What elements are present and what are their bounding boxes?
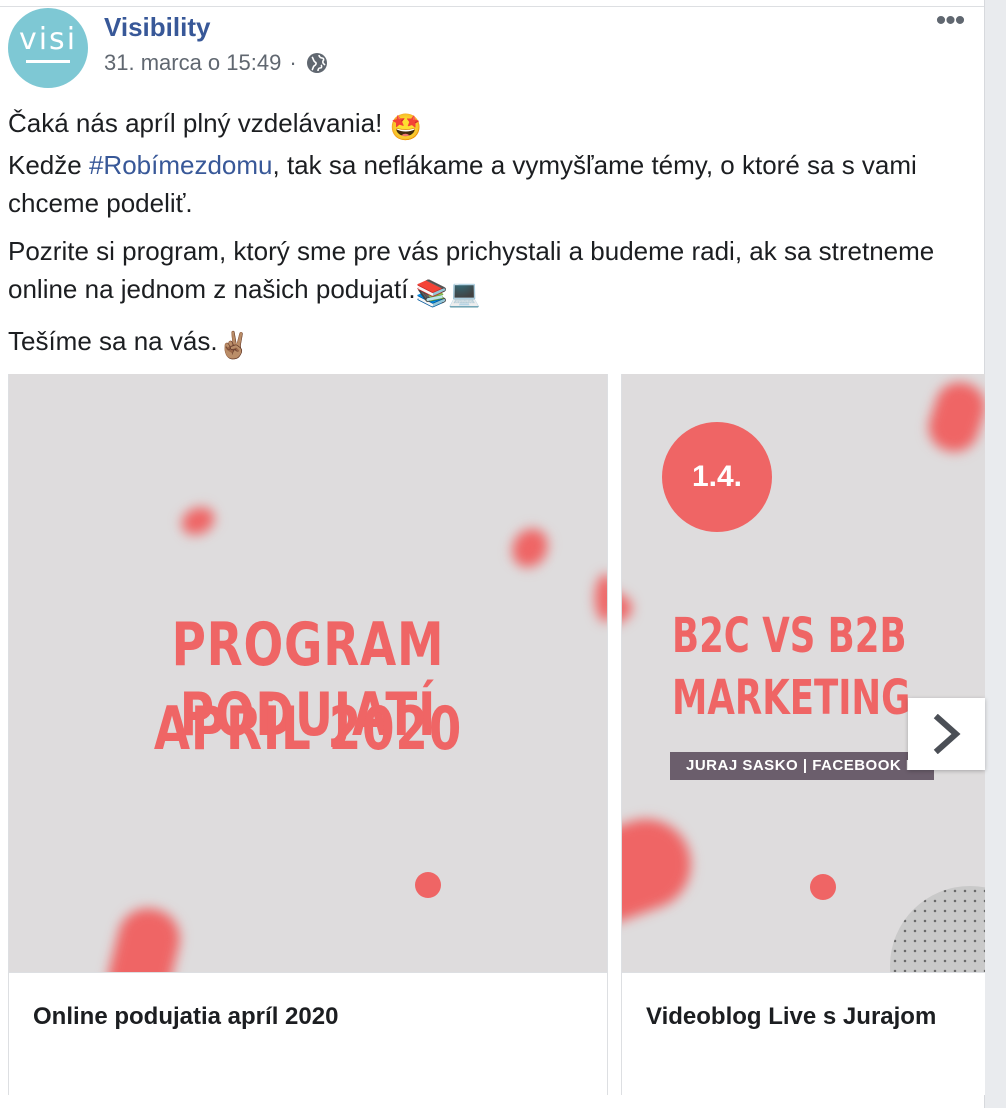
decor-dot	[810, 874, 836, 900]
post-paragraph-3: Tešíme sa na vás.✌🏽	[8, 322, 968, 364]
decor-blob	[622, 588, 632, 628]
decor-blob	[101, 901, 187, 972]
post-paragraph-3-text: Tešíme sa na vás.	[8, 326, 218, 356]
card-1-caption: Online podujatia apríl 2020	[33, 1003, 339, 1030]
right-gutter	[985, 0, 1006, 1108]
hashtag-link[interactable]: #Robímezdomu	[89, 150, 273, 180]
decor-blob	[505, 522, 555, 574]
post-paragraph-2: Pozrite si program, ktorý sme pre vás pr…	[8, 232, 968, 312]
decor-blob	[177, 502, 219, 540]
decor-blob	[922, 375, 985, 459]
card-1-title-line-2: APRÍL 2020	[153, 694, 463, 764]
more-options-icon[interactable]: •••	[928, 6, 972, 36]
globe-icon[interactable]	[305, 51, 329, 75]
dotted-sphere-decor	[890, 886, 985, 972]
books-laptop-emoji-icon: 📚💻	[415, 278, 481, 308]
card-2-title-line-2: MARKETING	[672, 670, 911, 726]
post-timestamp[interactable]: 31. marca o 15:49	[104, 50, 281, 76]
card-2-title-line-1: B2C VS B2B	[672, 608, 907, 664]
avatar-logo-underline	[26, 60, 70, 63]
post-body: Čaká nás apríl plný vzdelávania! 🤩 Kedže…	[8, 104, 968, 374]
card-1-image: PROGRAM PODUJATÍ APRÍL 2020	[9, 374, 607, 972]
post-line-2-prefix: Kedže	[8, 150, 89, 180]
chevron-right-icon	[933, 714, 961, 754]
page-name-link[interactable]: Visibility	[104, 12, 210, 43]
post-meta: 31. marca o 15:49 ·	[104, 50, 329, 76]
avatar[interactable]: visi	[8, 8, 88, 88]
card-2-caption-bar: Videoblog Live s Jurajom	[622, 972, 985, 1095]
victory-hand-emoji-icon: ✌🏽	[217, 330, 250, 360]
date-badge: 1.4.	[662, 422, 772, 532]
avatar-logo-text: visi	[18, 22, 78, 57]
card-2-image: 1.4. B2C VS B2B MARKETING JURAJ SASKO | …	[622, 374, 985, 972]
meta-separator: ·	[289, 50, 297, 75]
post-top-border	[0, 6, 985, 7]
post-paragraph-1: Čaká nás apríl plný vzdelávania! 🤩 Kedže…	[8, 104, 968, 222]
star-struck-emoji-icon: 🤩	[389, 112, 422, 142]
decor-blob	[595, 574, 607, 622]
card-2-speaker-bar: JURAJ SASKO | FACEBOOK LIVE	[670, 752, 934, 780]
post-line-1: Čaká nás apríl plný vzdelávania!	[8, 108, 383, 138]
carousel-card-1[interactable]: PROGRAM PODUJATÍ APRÍL 2020 Online poduj…	[9, 374, 607, 1095]
card-2-caption: Videoblog Live s Jurajom	[646, 1003, 937, 1030]
card-1-caption-bar: Online podujatia apríl 2020	[9, 972, 607, 1095]
carousel: PROGRAM PODUJATÍ APRÍL 2020 Online poduj…	[0, 374, 985, 1098]
decor-dot	[415, 872, 441, 898]
carousel-next-button[interactable]	[908, 698, 985, 770]
decor-blob	[622, 806, 704, 936]
